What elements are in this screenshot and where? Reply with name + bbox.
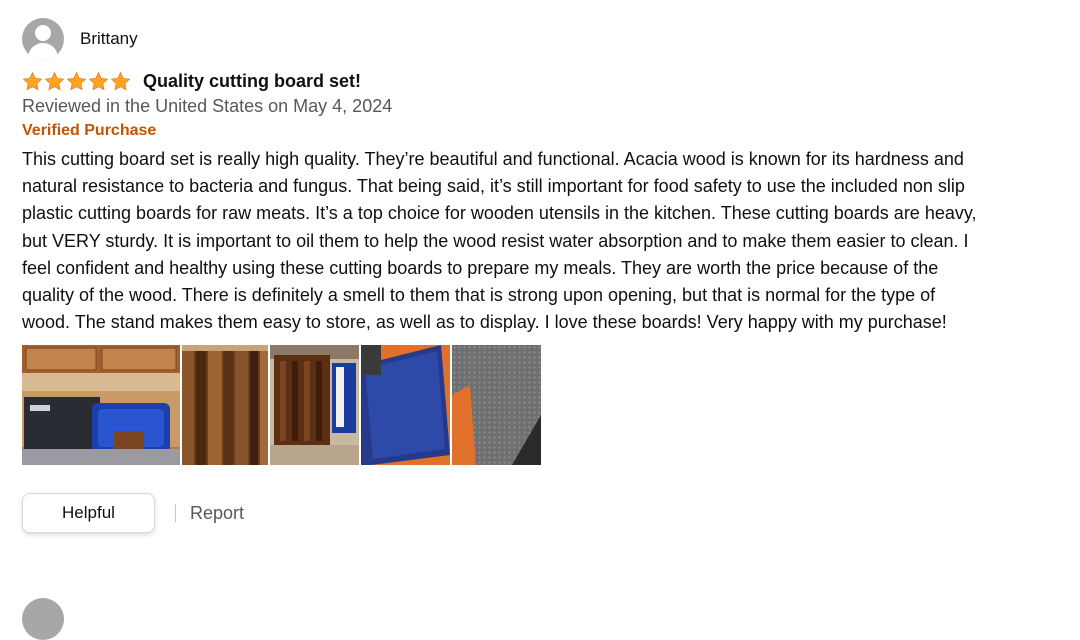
divider	[175, 504, 176, 523]
review-title[interactable]: Quality cutting board set!	[143, 71, 361, 92]
star-rating[interactable]	[22, 71, 131, 92]
helpful-button[interactable]: Helpful	[22, 493, 155, 534]
avatar-icon	[22, 18, 64, 60]
review-date: Reviewed in the United States on May 4, …	[22, 96, 393, 116]
customer-review: Brittany Quality cutting board set! Revi…	[22, 18, 982, 534]
star-icon	[88, 71, 109, 90]
review-image-5[interactable]	[452, 345, 541, 466]
review-body-text: This cutting board set is really high qu…	[22, 149, 977, 333]
star-icon	[44, 71, 65, 90]
review-image-1[interactable]	[22, 345, 180, 466]
review-actions: Helpful Report	[22, 493, 982, 534]
star-icon	[110, 71, 131, 90]
review-image-gallery	[22, 345, 982, 466]
review-image-4[interactable]	[361, 345, 450, 466]
report-link[interactable]: Report	[190, 503, 244, 524]
verified-purchase-badge: Verified Purchase	[22, 122, 157, 139]
reviewer-name[interactable]: Brittany	[80, 29, 138, 49]
review-image-3[interactable]	[270, 345, 359, 466]
star-icon	[22, 71, 43, 90]
review-title-row: Quality cutting board set!	[22, 68, 982, 94]
reviewer-profile[interactable]: Brittany	[22, 18, 982, 60]
star-icon	[66, 71, 87, 90]
review-image-2[interactable]	[182, 345, 268, 466]
next-review-avatar-icon	[22, 598, 64, 640]
